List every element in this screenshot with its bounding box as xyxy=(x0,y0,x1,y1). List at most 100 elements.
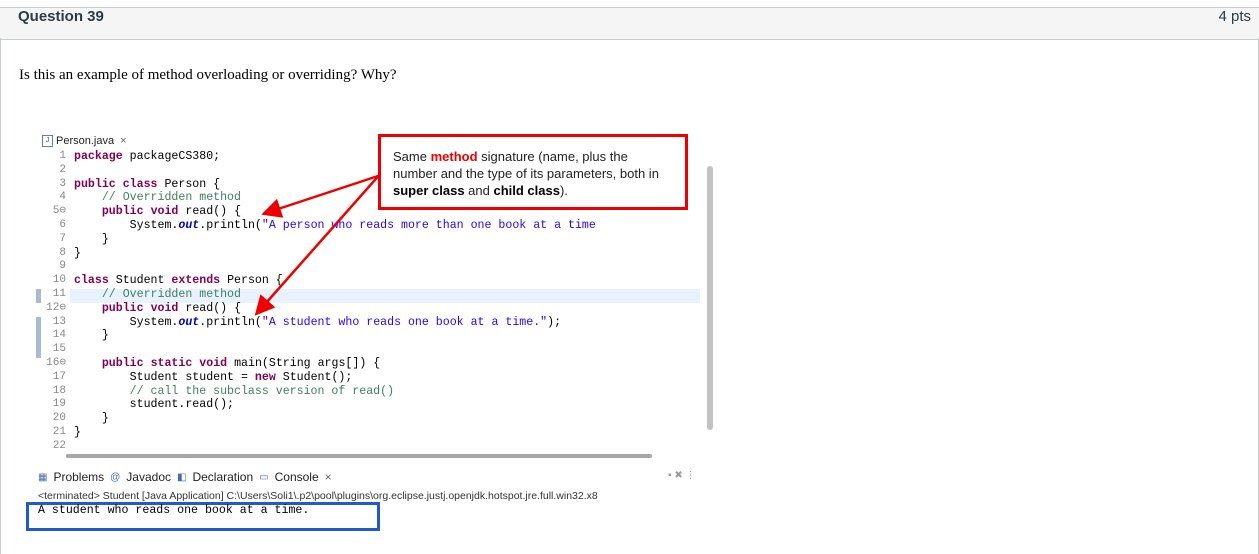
declaration-icon: ◧ xyxy=(177,471,187,483)
code-token: "A person who reads more than one book a… xyxy=(261,219,596,232)
line-number: 17 xyxy=(52,370,66,383)
code-token: Student xyxy=(108,274,172,288)
line-number: 10 xyxy=(52,274,66,287)
horizontal-scrollbar xyxy=(66,454,652,458)
line-number: 1 xyxy=(59,150,66,162)
code-token: class xyxy=(122,177,158,191)
code-token: } xyxy=(74,329,109,343)
annotation-callout: Same method signature (name, plus the nu… xyxy=(378,134,688,210)
code-line: public static void main(String args[]) { xyxy=(74,357,380,371)
code-line: package packageCS380; xyxy=(74,150,220,164)
question-title: Question 39 xyxy=(18,8,104,25)
code-token: void xyxy=(150,205,179,219)
problems-icon: ▦ xyxy=(38,471,48,483)
code-line: // Overridden method xyxy=(74,288,241,302)
editor-tab: J Person.java × xyxy=(42,133,127,149)
close-icon: × xyxy=(324,470,332,484)
code-token: new xyxy=(254,370,276,384)
line-number: 6 xyxy=(59,219,66,231)
tab-console[interactable]: Console xyxy=(275,470,319,484)
callout-bold-1: super class xyxy=(393,183,465,198)
line-number: 7 xyxy=(59,232,66,245)
line-number: 3 xyxy=(59,177,66,190)
code-line: } xyxy=(74,412,109,426)
code-token: void xyxy=(150,301,179,315)
question-points: 4 pts xyxy=(1218,8,1251,25)
left-border xyxy=(0,38,1,554)
callout-text-4: ). xyxy=(559,183,568,198)
code-token: read() { xyxy=(178,301,242,315)
code-token: Person { xyxy=(157,177,221,191)
line-number: 21 xyxy=(52,426,66,438)
vertical-scrollbar xyxy=(707,166,713,430)
line-number: 15 xyxy=(52,343,66,356)
line-number: 11 xyxy=(52,288,66,300)
code-token: // Overridden method xyxy=(74,288,241,301)
callout-bold-2: child class xyxy=(493,183,560,198)
code-line: System.out.println("A person who reads m… xyxy=(74,219,596,233)
line-number: 14 xyxy=(52,329,66,342)
console-toolbar-icon: ▪ ✖ ⋮ xyxy=(668,470,696,481)
code-line: Student student = new Student(); xyxy=(74,370,353,385)
code-line: student.read(); xyxy=(74,398,234,412)
code-line: // Overridden method xyxy=(74,191,241,205)
line-number: 5⊖ xyxy=(52,205,66,218)
code-token: ); xyxy=(547,315,562,329)
code-line: } xyxy=(74,329,109,343)
code-token: System. xyxy=(74,219,179,232)
line-number: 9 xyxy=(59,260,66,273)
code-line: public class Person { xyxy=(74,178,220,192)
code-line: class Student extends Person { xyxy=(74,274,283,288)
line-number: 13 xyxy=(52,315,66,328)
tab-problems[interactable]: Problems xyxy=(53,470,104,484)
code-token: System. xyxy=(74,315,179,329)
terminated-line: <terminated> Student [Java Application] … xyxy=(38,490,598,502)
console-output: A student who reads one book at a time. xyxy=(38,504,310,517)
tab-declaration[interactable]: Declaration xyxy=(192,470,253,484)
code-token: Student student = xyxy=(74,370,255,384)
line-number: 12⊖ xyxy=(46,301,66,314)
line-number: 18 xyxy=(52,384,66,397)
code-token: Person { xyxy=(220,274,283,288)
code-line: public void read() { xyxy=(74,205,241,219)
code-token: student.read(); xyxy=(74,398,235,412)
callout-text-1: Same xyxy=(393,149,431,164)
code-line: } xyxy=(74,247,81,261)
code-token: out xyxy=(178,219,200,232)
question-text: Is this an example of method overloading… xyxy=(19,67,397,83)
code-token: // Overridden method xyxy=(74,191,241,205)
question-header: Question 39 4 pts xyxy=(0,7,1259,40)
console-icon: ▭ xyxy=(259,471,269,483)
console-tab-bar: ▦ Problems @ Javadoc ◧ Declaration ▭ Con… xyxy=(38,470,332,484)
code-line: } xyxy=(74,233,109,247)
code-token: public xyxy=(101,301,144,315)
code-token: public xyxy=(101,357,144,370)
code-token: out xyxy=(178,315,200,329)
code-token: main(String args[]) { xyxy=(227,357,381,370)
code-token: } xyxy=(74,246,81,260)
code-token: .println( xyxy=(199,315,262,329)
code-token: class xyxy=(74,274,109,288)
code-token: static xyxy=(150,357,193,370)
code-token: } xyxy=(74,426,81,439)
callout-highlight: method xyxy=(430,149,478,164)
callout-text-3: and xyxy=(464,183,494,198)
code-token: extends xyxy=(171,274,221,288)
code-token: read() { xyxy=(178,205,242,219)
code-line: System.out.println("A student who reads … xyxy=(74,316,561,330)
tab-javadoc[interactable]: Javadoc xyxy=(126,470,171,484)
code-token: Student(); xyxy=(275,370,353,384)
line-number: 16⊖ xyxy=(46,357,66,369)
code-token: "A student who reads one book at a time.… xyxy=(261,315,548,329)
code-token: package xyxy=(74,150,123,163)
code-line: // call the subclass version of read() xyxy=(74,385,394,399)
javadoc-icon: @ xyxy=(110,471,121,483)
line-number: 4 xyxy=(59,191,66,204)
